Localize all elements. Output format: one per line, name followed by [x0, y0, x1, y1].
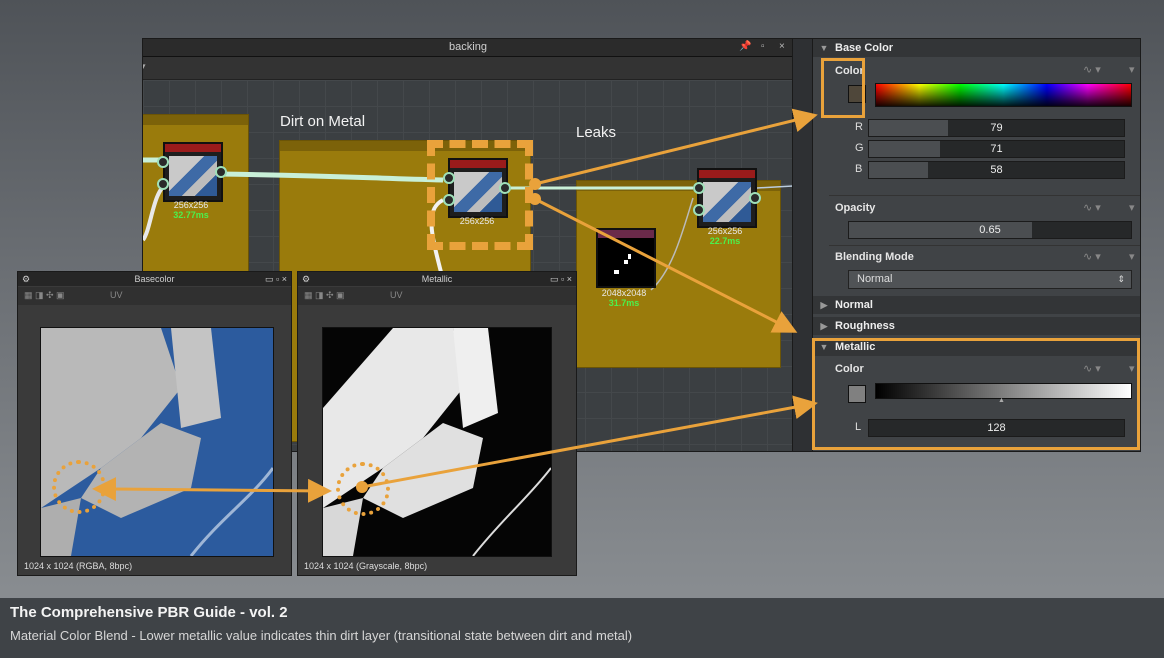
- caption-subtitle: Material Color Blend - Lower metallic va…: [10, 628, 633, 643]
- caption-title: The Comprehensive PBR Guide - vol. 2: [10, 604, 288, 621]
- annotation-arrows: [92, 108, 818, 503]
